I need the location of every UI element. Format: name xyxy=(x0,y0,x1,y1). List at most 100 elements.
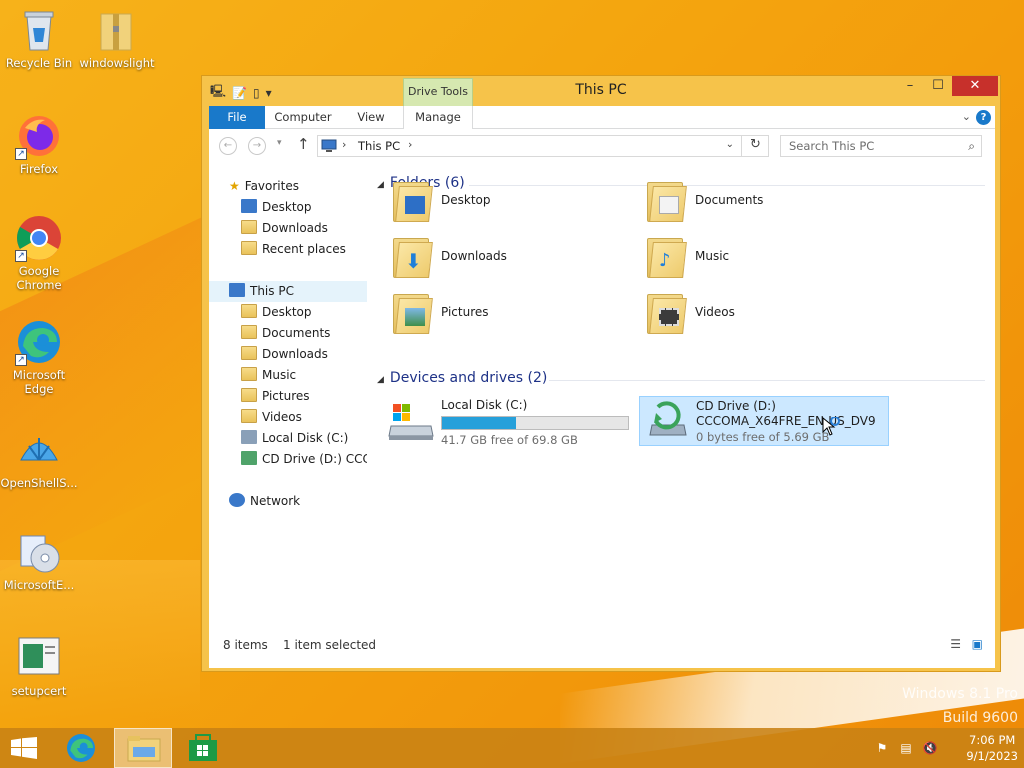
shortcut-arrow-icon: ↗ xyxy=(15,250,27,262)
action-center-flag-icon[interactable]: ⚑ xyxy=(874,740,890,756)
tab-computer[interactable]: Computer xyxy=(265,106,341,129)
desktop-icon-windowslight[interactable]: windowslight xyxy=(78,6,156,70)
desktop-icon-label: Recycle Bin xyxy=(5,56,73,70)
desktop-icon-setupcert[interactable]: setupcert xyxy=(0,634,78,698)
nav-favorites-desktop[interactable]: Desktop xyxy=(241,197,312,218)
nav-thispc-music[interactable]: Music xyxy=(241,365,296,386)
status-selection: 1 item selected xyxy=(283,638,377,652)
taskbar-store-button[interactable] xyxy=(174,728,232,768)
explorer-window: 🖳 📝 ▯ ▾ Drive Tools This PC – ☐ ✕ File C… xyxy=(201,75,1001,672)
forward-button[interactable]: → xyxy=(248,137,266,155)
nav-label: CD Drive (D:) CCCOI xyxy=(262,452,367,466)
search-icon: ⌕ xyxy=(968,139,975,153)
edge-icon: ↗ xyxy=(15,318,63,366)
status-item-count: 8 items xyxy=(223,638,268,652)
nav-label: Recent places xyxy=(262,242,346,256)
breadcrumb-separator-icon[interactable]: › xyxy=(342,138,346,151)
start-button[interactable] xyxy=(0,728,58,768)
breadcrumb-this-pc[interactable]: This PC xyxy=(358,139,400,153)
shortcut-arrow-icon: ↗ xyxy=(15,354,27,366)
nav-label: Videos xyxy=(262,410,302,424)
network-icon xyxy=(229,493,245,507)
taskbar: ⚑ ▤ 🔇 7:06 PM 9/1/2023 xyxy=(0,728,1024,768)
network-tray-icon[interactable]: ▤ xyxy=(898,740,914,756)
drive-tile-cd-drive[interactable]: CD Drive (D:) CCCOMA_X64FRE_EN-US_DV9 0 … xyxy=(639,396,889,446)
nav-thispc-downloads[interactable]: Downloads xyxy=(241,344,328,365)
folder-tile-desktop[interactable]: Desktop xyxy=(391,176,621,228)
tab-file[interactable]: File xyxy=(209,106,265,129)
nav-this-pc[interactable]: This PC xyxy=(209,281,367,302)
folder-name: Videos xyxy=(695,305,735,319)
desktop-icon-chrome[interactable]: ↗ Google Chrome xyxy=(0,214,78,292)
nav-favorites[interactable]: ★ Favorites xyxy=(229,176,299,197)
desktop-icon-openshell[interactable]: OpenShellS... xyxy=(0,426,78,490)
desktop-icon-label: MicrosoftE... xyxy=(3,578,75,592)
nav-thispc-desktop[interactable]: Desktop xyxy=(241,302,312,323)
close-button[interactable]: ✕ xyxy=(952,76,998,96)
minimize-button[interactable]: – xyxy=(896,76,924,96)
up-button[interactable]: ↑ xyxy=(297,135,310,153)
devices-group-header[interactable]: ◢ Devices and drives (2) xyxy=(377,370,547,386)
downloads-folder-icon: ⬇ xyxy=(391,232,433,280)
folder-name: Downloads xyxy=(441,249,507,263)
nav-thispc-pictures[interactable]: Pictures xyxy=(241,386,310,407)
star-icon: ★ xyxy=(229,179,240,193)
nav-thispc-videos[interactable]: Videos xyxy=(241,407,302,428)
folder-name: Desktop xyxy=(441,193,491,207)
folder-icon xyxy=(241,367,257,381)
search-input[interactable]: Search This PC ⌕ xyxy=(780,135,982,157)
folder-tile-music[interactable]: ♪ Music xyxy=(645,232,875,284)
collapse-arrow-icon: ◢ xyxy=(377,180,384,190)
nav-favorites-downloads[interactable]: Downloads xyxy=(241,218,328,239)
nav-thispc-cd-drive[interactable]: CD Drive (D:) CCCOI xyxy=(241,449,367,470)
collapse-arrow-icon: ◢ xyxy=(377,375,384,385)
cd-drive-icon xyxy=(241,451,257,465)
drive-volume-label: CCCOMA_X64FRE_EN-US_DV9 xyxy=(696,414,876,428)
nav-thispc-local-disk[interactable]: Local Disk (C:) xyxy=(241,428,348,449)
nav-favorites-recent[interactable]: Recent places xyxy=(241,239,346,260)
address-dropdown-icon[interactable]: ⌄ xyxy=(726,139,734,150)
system-clock[interactable]: 7:06 PM 9/1/2023 xyxy=(966,732,1018,764)
title-bar[interactable]: 🖳 📝 ▯ ▾ Drive Tools This PC – ☐ ✕ xyxy=(202,76,1000,106)
address-bar[interactable]: › This PC › ⌄ xyxy=(317,135,769,157)
nav-network[interactable]: Network xyxy=(229,491,300,512)
desktop-icon-microsoft-setup[interactable]: MicrosoftE... xyxy=(0,528,78,592)
maximize-button[interactable]: ☐ xyxy=(924,76,952,96)
clock-date: 9/1/2023 xyxy=(966,749,1018,763)
clock-time: 7:06 PM xyxy=(969,733,1016,747)
help-icon[interactable]: ? xyxy=(976,110,991,125)
large-icons-view-icon[interactable]: ▣ xyxy=(972,637,983,651)
tab-view[interactable]: View xyxy=(341,106,401,129)
this-pc-icon xyxy=(321,139,337,152)
desktop-icon-label: Google Chrome xyxy=(16,264,62,292)
downloads-folder-icon xyxy=(241,220,257,234)
taskbar-file-explorer-button[interactable] xyxy=(114,728,172,768)
folder-tile-videos[interactable]: Videos xyxy=(645,288,875,340)
breadcrumb-separator-icon[interactable]: › xyxy=(408,138,412,151)
desktop-icon-edge[interactable]: ↗ Microsoft Edge xyxy=(0,318,78,396)
refresh-button[interactable]: ↻ xyxy=(741,135,769,157)
back-button[interactable]: ← xyxy=(219,137,237,155)
recent-locations-dropdown[interactable]: ▾ xyxy=(277,138,282,148)
expand-ribbon-icon[interactable]: ⌄ xyxy=(962,110,971,123)
tab-manage[interactable]: Manage xyxy=(403,106,473,129)
drive-tile-local-disk[interactable]: Local Disk (C:) 41.7 GB free of 69.8 GB xyxy=(387,396,631,447)
volume-muted-icon[interactable]: 🔇 xyxy=(922,740,938,756)
details-view-icon[interactable]: ☰ xyxy=(950,637,961,651)
folder-tile-documents[interactable]: Documents xyxy=(645,176,875,228)
folder-tile-downloads[interactable]: ⬇ Downloads xyxy=(391,232,621,284)
desktop-icon-firefox[interactable]: ↗ Firefox xyxy=(0,112,78,176)
hard-drive-icon xyxy=(241,430,257,444)
store-icon xyxy=(189,734,217,761)
taskbar-edge-button[interactable] xyxy=(56,728,114,768)
nav-label: Pictures xyxy=(262,389,310,403)
desktop-icon-recycle-bin[interactable]: Recycle Bin xyxy=(0,6,78,70)
folder-icon xyxy=(241,409,257,423)
desktop-folder-icon xyxy=(391,176,433,224)
nav-thispc-documents[interactable]: Documents xyxy=(241,323,330,344)
videos-folder-icon xyxy=(645,288,687,336)
folder-tile-pictures[interactable]: Pictures xyxy=(391,288,621,340)
this-pc-icon xyxy=(229,283,245,297)
nav-label: This PC xyxy=(250,284,294,298)
ribbon-tabs: File Computer View Manage ⌄ ? xyxy=(209,106,995,129)
